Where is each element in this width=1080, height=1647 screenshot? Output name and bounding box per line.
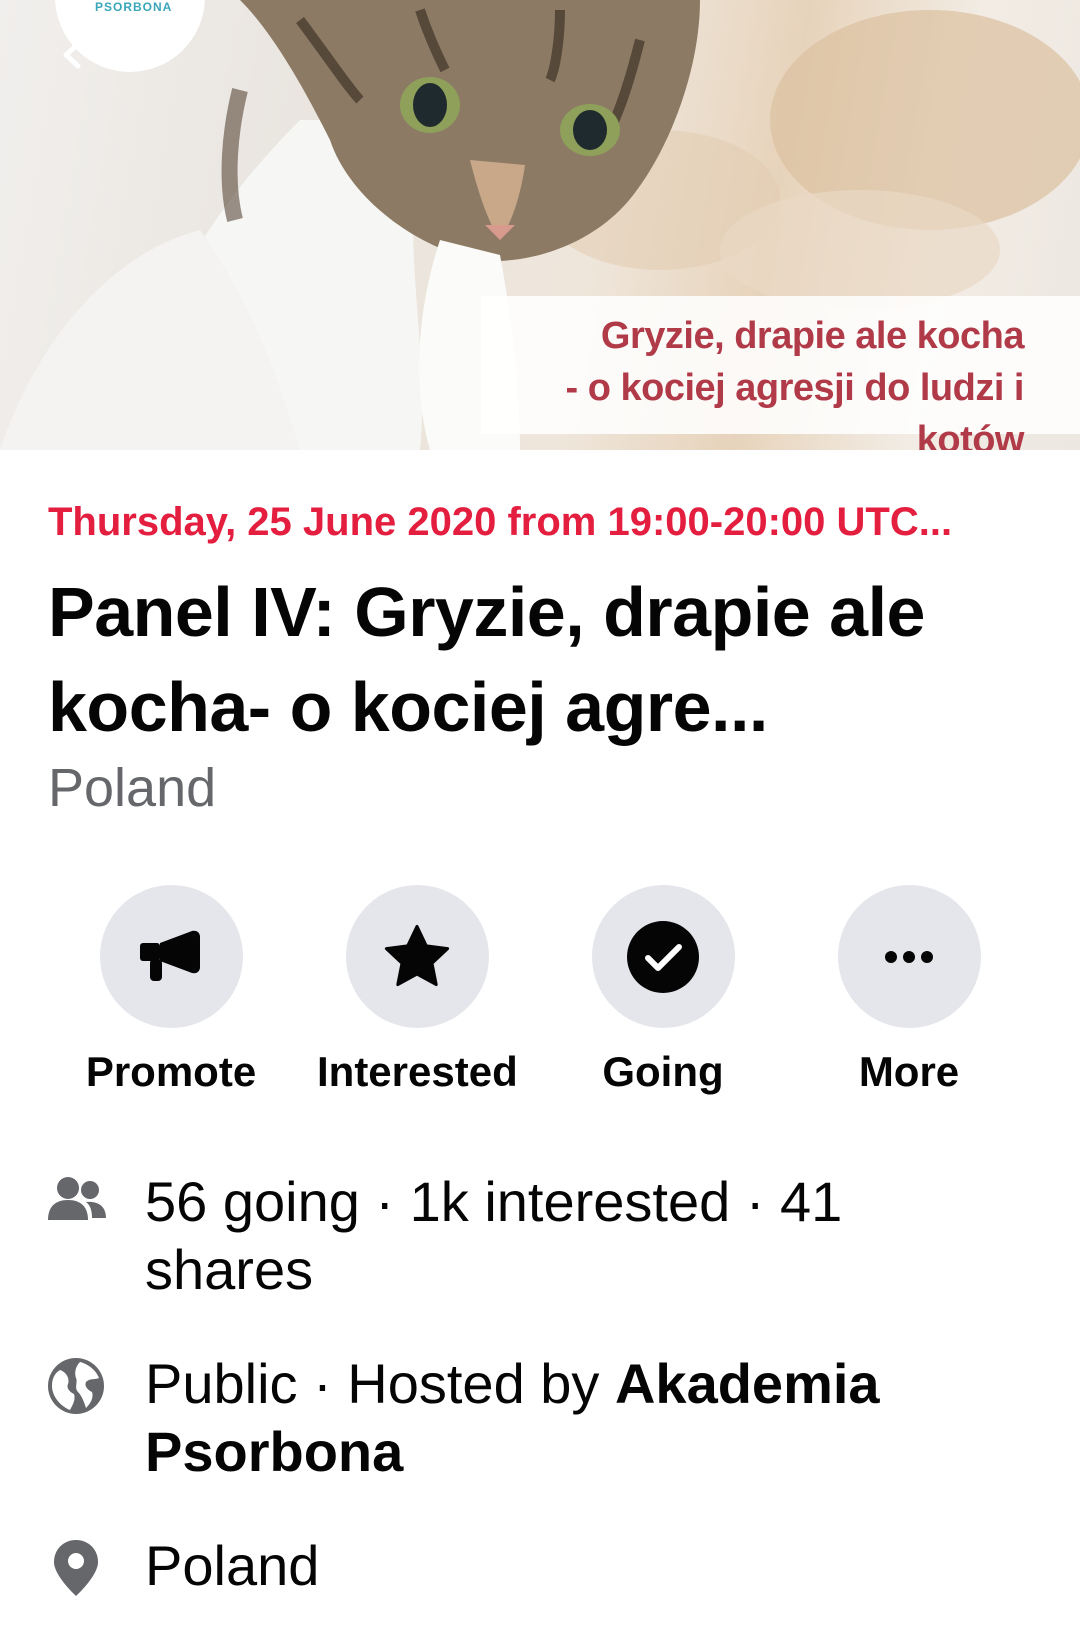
more-label: More xyxy=(858,1048,960,1095)
event-location-subtitle: Poland xyxy=(48,758,217,818)
cover-caption-line2: - o kociej agresji do ludzi i kotów xyxy=(565,367,1025,450)
interested-button[interactable]: Interested xyxy=(317,885,518,1096)
star-icon xyxy=(384,924,450,986)
interested-icon-circle xyxy=(345,885,489,1028)
going-label: Going xyxy=(602,1048,724,1095)
event-stats-text: 56 going · 1k interested · 41 shares xyxy=(145,1170,843,1301)
check-circle-icon xyxy=(627,920,699,993)
more-dots-icon xyxy=(885,950,933,963)
cover-caption-line1: Gryzie, drapie ale kocha xyxy=(600,315,1025,357)
megaphone-icon xyxy=(140,930,200,981)
event-cover-image[interactable]: PSORBONA Gryzie, drapie ale kocha - o ko… xyxy=(0,0,1080,450)
more-button[interactable]: More xyxy=(809,885,1009,1096)
more-icon-circle xyxy=(837,885,981,1028)
event-date: Thursday, 25 June 2020 from 19:00-20:00 … xyxy=(48,500,953,544)
cover-caption: Gryzie, drapie ale kocha - o kociej agre… xyxy=(481,296,1080,450)
promote-icon-circle xyxy=(99,885,243,1028)
promote-button[interactable]: Promote xyxy=(71,885,271,1096)
going-icon-circle xyxy=(591,885,735,1028)
globe-icon xyxy=(48,1358,104,1414)
event-place-text: Poland xyxy=(145,1534,320,1597)
going-button[interactable]: Going xyxy=(563,885,763,1096)
logo-text: PSORBONA xyxy=(95,0,173,14)
people-icon xyxy=(48,1177,106,1220)
event-privacy-text: Public · Hosted by Akademia Psorbona xyxy=(145,1350,965,1486)
event-title: Panel IV: Gryzie, drapie ale kocha- o ko… xyxy=(48,573,925,746)
back-arrow-icon[interactable] xyxy=(58,40,88,70)
privacy-prefix: Public · Hosted by xyxy=(145,1352,615,1415)
promote-label: Promote xyxy=(85,1048,257,1095)
location-pin-icon xyxy=(54,1540,98,1596)
interested-label: Interested xyxy=(317,1048,518,1095)
action-bar: Promote Interested Going More xyxy=(0,885,1080,1095)
